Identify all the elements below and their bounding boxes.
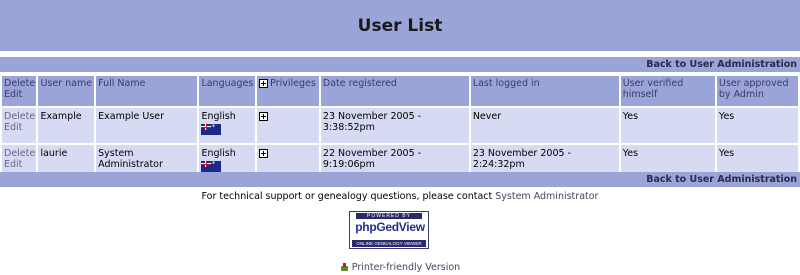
logo-name: phpGedView bbox=[355, 220, 425, 234]
printer-icon bbox=[340, 263, 349, 272]
support-line: For technical support or genealogy quest… bbox=[0, 191, 800, 202]
verified-header: User verified himself bbox=[620, 76, 715, 106]
approved-cell: Yes bbox=[716, 108, 798, 143]
table-header-row: Delete Edit User name Full Name Language… bbox=[2, 76, 798, 106]
expand-all-privileges-icon[interactable] bbox=[259, 79, 269, 88]
australia-flag-icon bbox=[201, 124, 222, 135]
date-registered-header: Date registered bbox=[320, 76, 469, 106]
back-to-user-admin-link[interactable]: Back to User Administration bbox=[646, 174, 800, 185]
last-logged-in-cell: Never bbox=[470, 108, 619, 143]
back-link-bar-top: Back to User Administration bbox=[0, 57, 800, 72]
approved-header: User approved by Admin bbox=[716, 76, 798, 106]
language-cell: English bbox=[199, 108, 256, 143]
page-header: User List bbox=[0, 0, 800, 52]
full-name-cell: Example User bbox=[96, 108, 198, 143]
last-logged-in-header: Last logged in bbox=[470, 76, 619, 106]
delete-user-link[interactable]: Delete bbox=[4, 111, 35, 122]
date-registered-cell: 23 November 2005 - 3:38:52pm bbox=[320, 108, 469, 143]
support-text: For technical support or genealogy quest… bbox=[201, 191, 493, 202]
printer-friendly-line: Printer-friendly Version bbox=[0, 262, 800, 273]
verified-cell: Yes bbox=[620, 108, 715, 143]
user-list-table: Delete Edit User name Full Name Language… bbox=[0, 74, 800, 182]
privileges-cell bbox=[257, 108, 319, 143]
expand-privileges-icon[interactable] bbox=[259, 112, 269, 121]
phpgedview-logo[interactable]: POWERED BY phpGedView ONLINE GENEALOGY V… bbox=[349, 211, 429, 249]
printer-friendly-link[interactable]: Printer-friendly Version bbox=[352, 262, 460, 273]
australia-flag-icon bbox=[201, 161, 222, 172]
back-link-bar-bottom: Back to User Administration bbox=[0, 172, 800, 187]
logo-powered-by: POWERED BY bbox=[356, 213, 422, 219]
expand-privileges-icon[interactable] bbox=[259, 149, 269, 158]
full-name-header: Full Name bbox=[96, 76, 198, 106]
logo-tagline: ONLINE GENEALOGY VIEWER bbox=[352, 240, 426, 247]
languages-header: Languages bbox=[199, 76, 256, 106]
table-row: Delete Edit Example Example User English… bbox=[2, 108, 798, 143]
edit-user-link[interactable]: Edit bbox=[4, 159, 34, 170]
page-title: User List bbox=[357, 15, 443, 36]
delete-user-link[interactable]: Delete bbox=[4, 148, 35, 159]
actions-header: Delete Edit bbox=[2, 76, 37, 106]
edit-user-link[interactable]: Edit bbox=[4, 122, 34, 133]
user-name-header: User name bbox=[38, 76, 95, 106]
actions-cell: Delete Edit bbox=[2, 108, 37, 143]
contact-admin-link[interactable]: System Administrator bbox=[495, 191, 598, 202]
privileges-header: Privileges bbox=[257, 76, 319, 106]
user-name-cell: Example bbox=[38, 108, 95, 143]
back-to-user-admin-link[interactable]: Back to User Administration bbox=[646, 59, 800, 70]
